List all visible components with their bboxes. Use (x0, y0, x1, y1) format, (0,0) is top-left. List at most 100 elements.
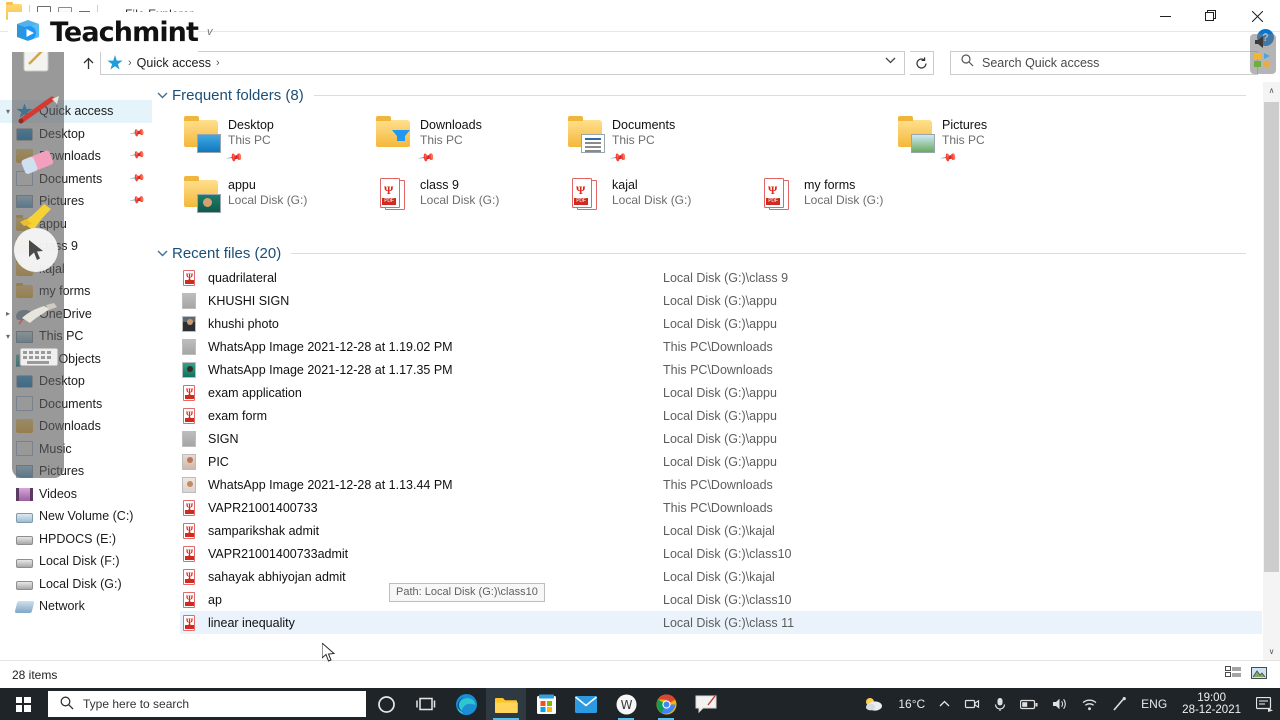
breadcrumb-separator-1: › (128, 57, 132, 69)
sidebar-item-videos[interactable]: Videos (0, 483, 152, 506)
recent-files-list[interactable]: Ψquadrilateral Local Disk (G:)\class 9 KHU… (152, 266, 1262, 634)
microsoft-edge-icon[interactable] (446, 688, 486, 720)
vertical-scrollbar[interactable]: ∧ ∨ (1263, 82, 1280, 660)
battery-icon[interactable] (1013, 688, 1045, 720)
volume-icon[interactable] (1045, 688, 1075, 720)
restore-icon[interactable] (1188, 0, 1234, 32)
camera-icon[interactable] (957, 688, 987, 720)
keyboard-icon[interactable] (16, 344, 60, 378)
recent-file-row[interactable]: khushi photo Local Disk (G:)\appu (180, 312, 1262, 335)
up-arrow-icon[interactable] (78, 53, 98, 73)
whiteboard-icon[interactable] (686, 688, 726, 720)
sidebar-item-local-disk-g[interactable]: Local Disk (G:) (0, 573, 152, 596)
mail-icon[interactable] (566, 688, 606, 720)
folder-name: Pictures (942, 118, 988, 132)
content-pane: Frequent folders (8) Desktop This PC 📌 Down… (152, 82, 1262, 660)
sidebar-item-network[interactable]: Network (0, 595, 152, 618)
large-icons-view-icon[interactable] (1251, 666, 1268, 682)
microphone-icon[interactable] (987, 688, 1013, 720)
recent-file-row[interactable]: SIGN Local Disk (G:)\appu (180, 427, 1262, 450)
recent-file-row[interactable]: Ψ VAPR21001400733 This PC\Downloads (180, 496, 1262, 519)
cortana-icon[interactable] (366, 688, 406, 720)
image-gray-icon (180, 338, 198, 356)
start-icon[interactable] (0, 688, 46, 720)
frequent-folder-item[interactable]: Desktop This PC 📌 (180, 108, 372, 168)
teachmint-label: Teachmint (50, 16, 199, 48)
scrollbar-thumb[interactable] (1264, 102, 1279, 572)
pen-red-icon[interactable] (16, 94, 60, 128)
chevron-down-icon[interactable] (157, 250, 172, 257)
pdf-icon: Ψ (180, 568, 198, 586)
breadcrumb[interactable]: › Quick access › (100, 51, 905, 75)
close-icon[interactable] (1234, 0, 1280, 32)
partly-cloudy-icon[interactable] (857, 688, 891, 720)
w-app-icon[interactable]: W (606, 688, 646, 720)
chevron-down-icon[interactable] (885, 57, 896, 64)
sidebar-item-hpdocs-e[interactable]: HPDOCS (E:) (0, 528, 152, 551)
recent-file-row[interactable]: Ψsahayak abhiyojan admit Local Disk (G:)\… (180, 565, 1262, 588)
recent-files-header[interactable]: Recent files (20) (152, 240, 1262, 266)
frequent-folder-item[interactable]: Documents This PC 📌 (564, 108, 756, 168)
highlighter-icon[interactable] (16, 194, 60, 231)
recent-file-row[interactable]: PIC Local Disk (G:)\appu (180, 450, 1262, 473)
recent-file-row[interactable]: WhatsApp Image 2021-12-28 at 1.17.35 PM T… (180, 358, 1262, 381)
frequent-folders-header[interactable]: Frequent folders (8) (152, 82, 1262, 108)
minimize-icon[interactable] (1142, 0, 1188, 32)
recent-file-row[interactable]: Ψquadrilateral Local Disk (G:)\class 9 (180, 266, 1262, 289)
frequent-folder-item[interactable]: Ψ PDF kajal Local Disk (G:) (564, 168, 756, 228)
breadcrumb-separator-2[interactable]: › (216, 57, 220, 69)
cursor-icon[interactable] (14, 228, 58, 272)
frequent-folder-item[interactable]: appu Local Disk (G:) (180, 168, 372, 228)
wifi-icon[interactable] (1075, 688, 1105, 720)
recent-file-path: Local Disk (G:)\class10 (663, 592, 792, 607)
chevron-down-icon[interactable] (157, 92, 172, 99)
recent-file-row[interactable]: WhatsApp Image 2021-12-28 at 1.13.44 PM T… (180, 473, 1262, 496)
scroll-down-icon[interactable]: ∨ (1263, 643, 1280, 660)
temperature-label: 16°C (898, 697, 926, 711)
recent-file-row[interactable]: Ψsamparikshak admit Local Disk (G:)\kajal (180, 519, 1262, 542)
sidebar-item-local-disk-f[interactable]: Local Disk (F:) (0, 550, 152, 573)
folder-location: This PC (228, 133, 271, 147)
frequent-folder-item[interactable]: Downloads This PC 📌 (372, 108, 564, 168)
brush-icon[interactable] (16, 296, 60, 330)
frequent-folder-item[interactable]: Ψ PDF my forms Local Disk (G:) (756, 168, 1086, 228)
recent-file-path: Local Disk (G:)\appu (663, 408, 777, 423)
frequent-folders-row: appu Local Disk (G:) Ψ PDF class 9 Local Disk… (180, 168, 1262, 228)
floating-tray-overlay[interactable] (1250, 34, 1276, 74)
refresh-icon[interactable] (910, 51, 934, 75)
language-indicator[interactable]: ENG (1134, 688, 1174, 720)
recent-file-path: This PC\Downloads (663, 362, 773, 377)
recent-file-row[interactable]: Ψexam form Local Disk (G:)\appu (180, 404, 1262, 427)
details-view-icon[interactable] (1225, 666, 1242, 682)
recent-file-row[interactable]: Ψexam application Local Disk (G:)\appu (180, 381, 1262, 404)
pdf-icon: Ψ (180, 407, 198, 425)
pin-icon: 📌 (939, 148, 958, 167)
frequent-folder-item[interactable]: Pictures This PC 📌 (894, 108, 1224, 168)
scroll-up-icon[interactable]: ∧ (1263, 82, 1280, 99)
recent-file-row[interactable]: Ψap Local Disk (G:)\class10 (180, 588, 1262, 611)
recent-file-row[interactable]: WhatsApp Image 2021-12-28 at 1.19.02 PM T… (180, 335, 1262, 358)
tray-overflow-icon[interactable] (932, 688, 957, 720)
breadcrumb-quick-access[interactable]: Quick access (137, 56, 211, 70)
search-input[interactable]: Search Quick access (950, 51, 1258, 75)
recent-file-row[interactable]: Ψlinear inequality Local Disk (G:)\class … (180, 611, 1262, 634)
microsoft-store-icon[interactable] (526, 688, 566, 720)
pdf-icon: Ψ (180, 522, 198, 540)
folder-location: Local Disk (G:) (228, 193, 308, 207)
pin-icon: 📌 (128, 192, 146, 209)
taskbar-search-input[interactable]: Type here to search (48, 691, 366, 717)
mouse-pointer-icon (321, 641, 336, 668)
action-center-icon[interactable] (1249, 688, 1280, 720)
recent-file-row[interactable]: Ψ VAPR21001400733admit Local Disk (G:)\cla… (180, 542, 1262, 565)
frequent-folder-item[interactable]: Ψ PDF class 9 Local Disk (G:) (372, 168, 564, 228)
pen-icon[interactable] (1105, 688, 1134, 720)
google-chrome-icon[interactable] (646, 688, 686, 720)
clock[interactable]: 19:00 28-12-2021 (1174, 692, 1249, 716)
file-explorer-icon[interactable] (486, 688, 526, 720)
recent-file-path: Local Disk (G:)\appu (663, 316, 777, 331)
sidebar-item-new-volume-c[interactable]: New Volume (C:) (0, 505, 152, 528)
folder-name: my forms (804, 178, 856, 192)
task-view-icon[interactable] (406, 688, 446, 720)
recent-file-row[interactable]: KHUSHI SIGN Local Disk (G:)\appu (180, 289, 1262, 312)
eraser-icon[interactable] (16, 144, 60, 178)
